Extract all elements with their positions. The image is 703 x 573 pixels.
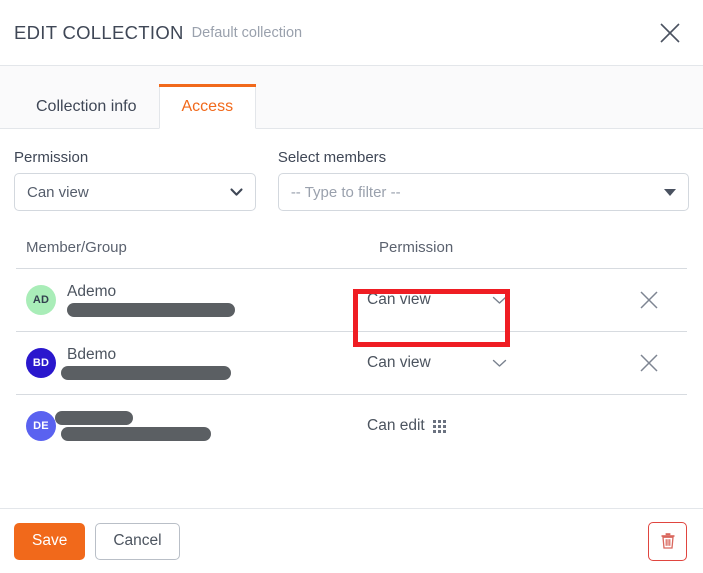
member-name-redacted — [55, 411, 133, 425]
modal-body: Permission Can view Select members -- Ty… — [0, 129, 703, 457]
close-icon — [640, 354, 658, 372]
permission-cell: Can view — [367, 291, 597, 309]
cancel-button[interactable]: Cancel — [95, 522, 180, 560]
avatar-initials: DE — [33, 420, 49, 432]
column-header-permission: Permission — [379, 239, 454, 256]
modal-footer: Save Cancel — [0, 508, 703, 573]
permission-cell: Can edit — [367, 417, 597, 435]
chevron-down-icon — [230, 187, 243, 196]
page-title: EDIT COLLECTION — [14, 21, 184, 43]
table-header-row: Member/Group Permission — [14, 239, 689, 268]
close-icon — [640, 291, 658, 309]
member-detail-redacted — [61, 427, 211, 441]
avatar-initials: AD — [32, 294, 50, 306]
permission-label: Permission — [14, 149, 89, 166]
avatar: BD — [26, 348, 56, 378]
tab-strip: Collection info Access — [0, 66, 703, 129]
members-field-group: Select members -- Type to filter -- — [277, 149, 689, 211]
remove-member-button[interactable] — [639, 290, 659, 310]
member-cell: DE — [26, 411, 367, 441]
select-members-input[interactable]: -- Type to filter -- — [277, 173, 689, 211]
chevron-down-icon — [492, 296, 507, 304]
permission-field-group: Permission Can view — [14, 149, 256, 211]
avatar-initials: BD — [32, 357, 50, 369]
member-name: Bdemo — [67, 346, 117, 363]
members-table: Member/Group Permission AD Ademo Can vie… — [14, 239, 689, 457]
close-icon[interactable] — [653, 16, 687, 50]
member-detail-redacted — [61, 366, 231, 380]
row-permission-value: Can view — [367, 291, 431, 308]
row-permission-select[interactable]: Can view — [367, 291, 507, 309]
table-row: AD Ademo Can view — [14, 269, 689, 331]
permission-cell: Can view — [367, 354, 597, 372]
column-header-member: Member/Group — [26, 239, 127, 256]
modal-header: EDIT COLLECTION Default collection — [0, 0, 703, 66]
permission-select-value: Can view — [27, 183, 89, 201]
member-cell: AD Ademo — [26, 283, 367, 317]
caret-down-icon — [664, 188, 676, 196]
member-text: Ademo — [67, 283, 235, 317]
member-name: Ademo — [67, 283, 117, 300]
member-text — [55, 411, 211, 441]
filter-field-row: Permission Can view Select members -- Ty… — [14, 149, 689, 211]
row-permission-value: Can view — [367, 354, 431, 371]
trash-icon — [661, 533, 674, 549]
permission-select[interactable]: Can view — [14, 173, 256, 211]
remove-member-button[interactable] — [639, 353, 659, 373]
chevron-down-icon — [492, 359, 507, 367]
member-text: Bdemo — [61, 346, 231, 380]
tab-collection-info[interactable]: Collection info — [14, 84, 159, 129]
tab-collection-info-label: Collection info — [36, 98, 137, 115]
row-permission-value: Can edit — [367, 417, 425, 434]
tab-access-label: Access — [181, 98, 234, 115]
delete-collection-button[interactable] — [648, 521, 687, 561]
save-button[interactable]: Save — [14, 522, 86, 560]
group-grid-icon — [432, 419, 446, 433]
member-detail-redacted — [67, 303, 235, 317]
table-row: DE Can edit — [14, 395, 689, 457]
avatar: DE — [26, 411, 56, 441]
page-subtitle: Default collection — [191, 24, 303, 41]
select-members-placeholder: -- Type to filter -- — [290, 183, 401, 201]
row-permission-select[interactable]: Can view — [367, 354, 507, 372]
tab-access[interactable]: Access — [158, 84, 257, 129]
select-members-label: Select members — [277, 149, 387, 166]
avatar: AD — [26, 285, 56, 315]
member-cell: BD Bdemo — [26, 346, 367, 380]
table-row: BD Bdemo Can view — [14, 332, 689, 394]
